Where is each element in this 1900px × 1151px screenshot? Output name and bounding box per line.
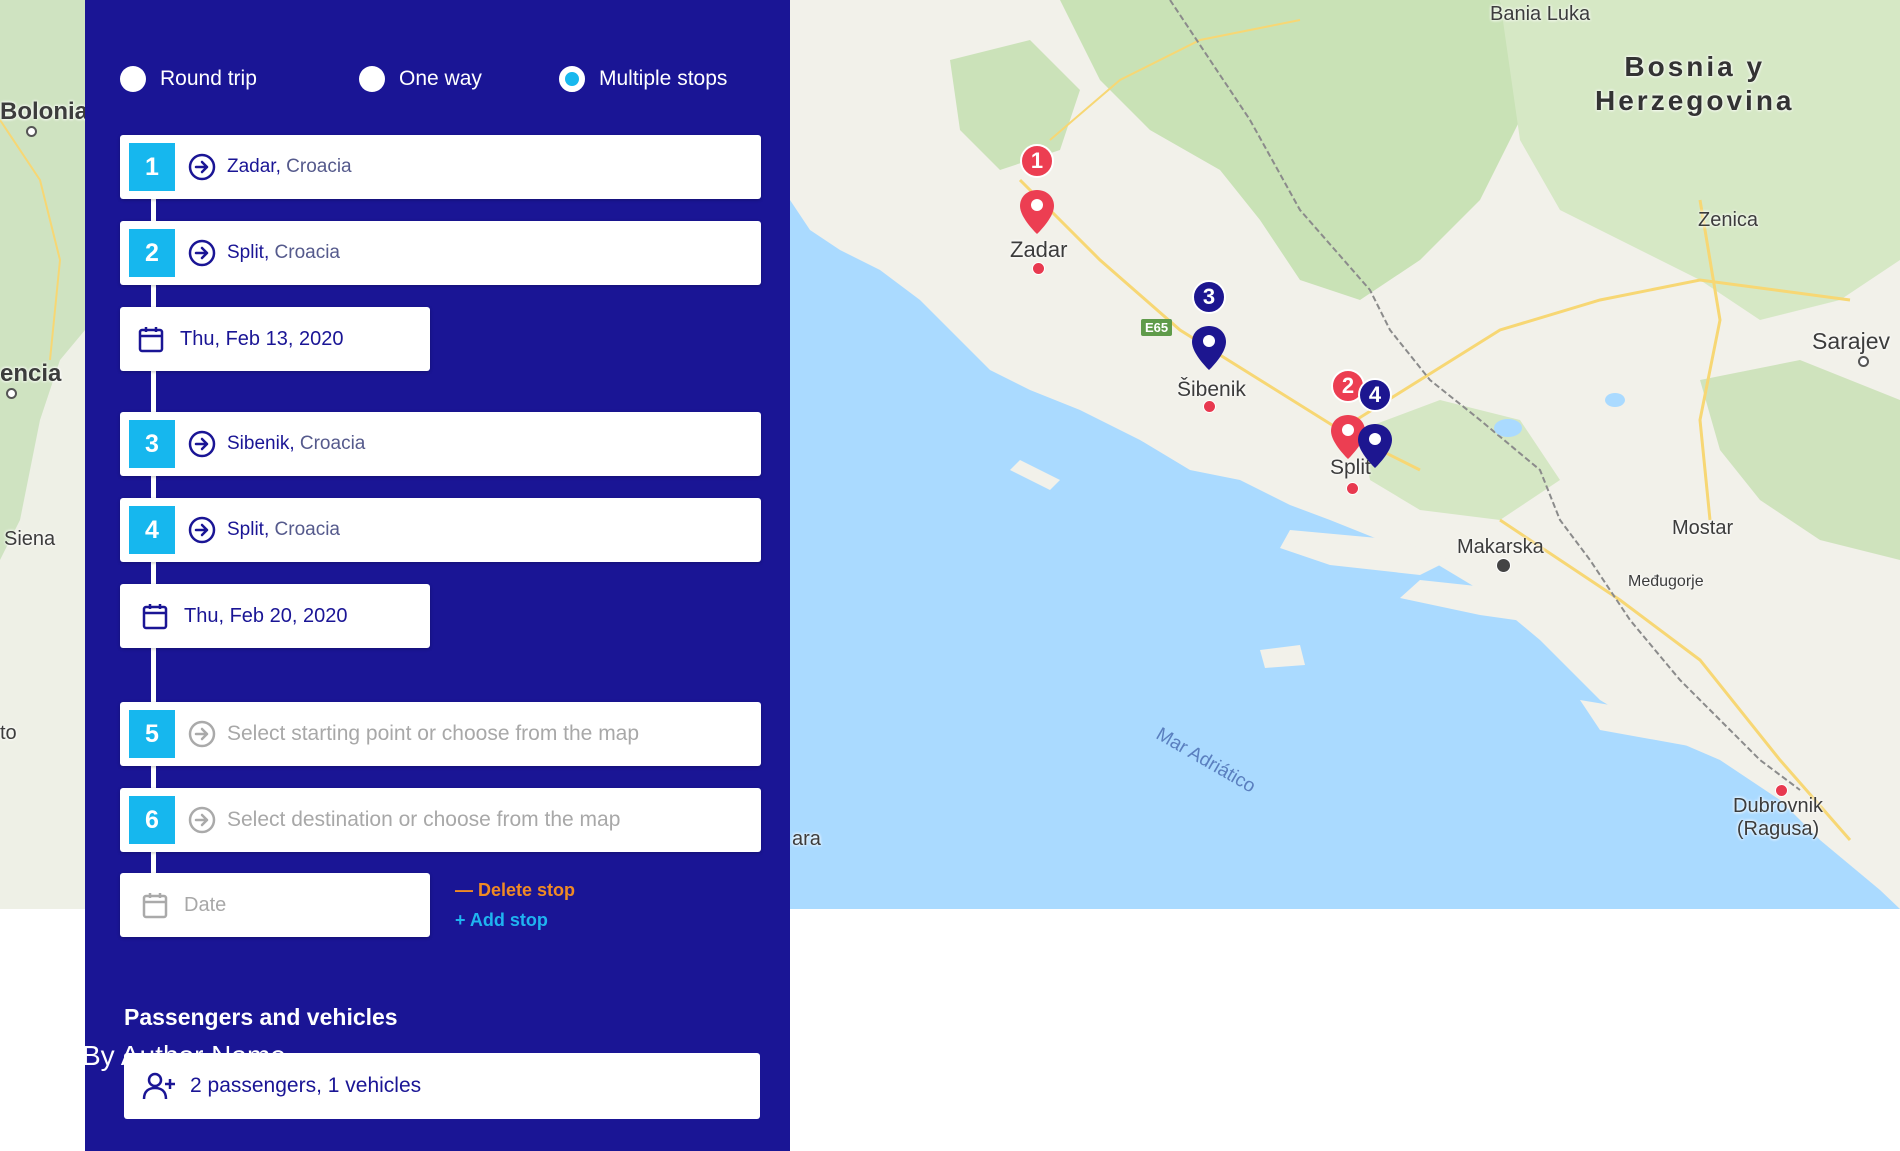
map-pin-icon <box>1358 424 1392 468</box>
date-value: Thu, Feb 20, 2020 <box>184 604 348 627</box>
marker-badge-4: 4 <box>1358 378 1392 412</box>
date-field-3[interactable]: Date <box>120 873 430 937</box>
map-label-to: to <box>0 722 17 744</box>
city-dot-split[interactable] <box>1346 482 1359 495</box>
stop-country: Croacia <box>280 156 352 177</box>
stop-country: Croacia <box>269 242 340 263</box>
add-user-icon <box>142 1072 175 1100</box>
radio-round-trip[interactable]: Round trip <box>120 66 257 92</box>
stop-city: Split, <box>227 519 270 540</box>
map-label-makarska: Makarska <box>1457 536 1544 558</box>
arrow-right-circle-icon <box>188 516 216 544</box>
delete-stop-link[interactable]: — Delete stop <box>455 880 575 901</box>
city-dot-encia[interactable] <box>6 388 17 399</box>
stop-number: 5 <box>129 710 175 758</box>
radio-label: One way <box>399 67 482 90</box>
passengers-section-title: Passengers and vehicles <box>124 1004 398 1030</box>
map-label-sarajevo: Sarajev <box>1812 328 1890 354</box>
radio-label: Multiple stops <box>599 67 728 90</box>
radio-one-way[interactable]: One way <box>359 66 482 92</box>
stop-location: Sibenik, Croacia <box>227 433 365 455</box>
road-shield-e65: E65 <box>1141 319 1173 336</box>
stop-field-4[interactable]: 4 Split, Croacia <box>120 498 761 562</box>
stop-placeholder: Select starting point or choose from the… <box>227 722 640 745</box>
date-placeholder: Date <box>184 893 227 916</box>
city-dot-dubrovnik[interactable] <box>1775 784 1788 797</box>
add-stop-link[interactable]: + Add stop <box>455 910 548 931</box>
stop-city: Sibenik, <box>227 433 295 454</box>
marker-badge-1: 1 <box>1020 144 1054 178</box>
arrow-right-circle-icon <box>188 806 216 834</box>
stop-field-1[interactable]: 1 Zadar, Croacia <box>120 135 761 199</box>
city-dot-sibenik[interactable] <box>1203 400 1216 413</box>
map-label-bania-luka: Bania Luka <box>1490 3 1591 25</box>
calendar-icon <box>138 327 164 353</box>
calendar-icon <box>142 604 168 630</box>
stop-country: Croacia <box>294 433 366 454</box>
stop-field-6[interactable]: 6 Select destination or choose from the … <box>120 788 761 852</box>
city-dot-sarajevo[interactable] <box>1858 356 1869 367</box>
map-pin-icon <box>1192 326 1226 370</box>
passengers-value: 2 passengers, 1 vehicles <box>190 1074 422 1097</box>
arrow-right-circle-icon <box>188 153 216 181</box>
date-value: Thu, Feb 13, 2020 <box>180 327 344 350</box>
city-dot-zadar[interactable] <box>1032 262 1045 275</box>
stop-country: Croacia <box>269 519 340 540</box>
map-label-siena: Siena <box>4 528 56 550</box>
stop-number: 3 <box>129 420 175 468</box>
trip-planner-panel: Round trip One way Multiple stops 1 Zada… <box>85 0 790 1151</box>
map-label-mostar: Mostar <box>1672 517 1734 539</box>
radio-circle-selected[interactable] <box>559 66 585 92</box>
map-label-ara: ara <box>792 828 821 850</box>
city-dot-bolonia[interactable] <box>26 126 37 137</box>
map-label-medugorje: Međugorje <box>1628 573 1704 590</box>
radio-multiple-stops[interactable]: Multiple stops <box>559 66 727 92</box>
radio-label: Round trip <box>160 67 257 90</box>
stop-field-2[interactable]: 2 Split, Croacia <box>120 221 761 285</box>
stop-number: 2 <box>129 229 175 277</box>
arrow-right-circle-icon <box>188 430 216 458</box>
stop-location: Zadar, Croacia <box>227 156 352 178</box>
stop-number: 4 <box>129 506 175 554</box>
stop-location: Split, Croacia <box>227 519 340 541</box>
stop-location: Split, Croacia <box>227 242 340 264</box>
map-label-dubrovnik: Dubrovnik (Ragusa) <box>1733 795 1824 840</box>
radio-circle[interactable] <box>359 66 385 92</box>
city-dot-makarska[interactable] <box>1496 558 1511 573</box>
map-label-bosnia: Bosnia y Herzegovina <box>1595 51 1795 116</box>
map-label-zenica: Zenica <box>1698 209 1759 231</box>
map-pin-icon <box>1020 190 1054 234</box>
date-field-1[interactable]: Thu, Feb 13, 2020 <box>120 307 430 371</box>
stop-number: 1 <box>129 143 175 191</box>
radio-circle[interactable] <box>120 66 146 92</box>
marker-badge-3: 3 <box>1192 280 1226 314</box>
stop-placeholder: Select destination or choose from the ma… <box>227 808 621 831</box>
author-caption: By Author Name <box>82 1040 286 1071</box>
map-label-zadar: Zadar <box>1010 237 1068 262</box>
stop-city: Split, <box>227 242 270 263</box>
map-label-sibenik: Šibenik <box>1177 378 1246 401</box>
stop-city: Zadar, <box>227 156 281 177</box>
date-field-2[interactable]: Thu, Feb 20, 2020 <box>120 584 430 648</box>
calendar-icon <box>142 893 168 919</box>
map-label-bolonia: Bolonia <box>0 98 88 125</box>
stop-field-5[interactable]: 5 Select starting point or choose from t… <box>120 702 761 766</box>
arrow-right-circle-icon <box>188 239 216 267</box>
stop-number: 6 <box>129 796 175 844</box>
stop-field-3[interactable]: 3 Sibenik, Croacia <box>120 412 761 476</box>
arrow-right-circle-icon <box>188 720 216 748</box>
map-label-encia: encia <box>0 360 62 387</box>
